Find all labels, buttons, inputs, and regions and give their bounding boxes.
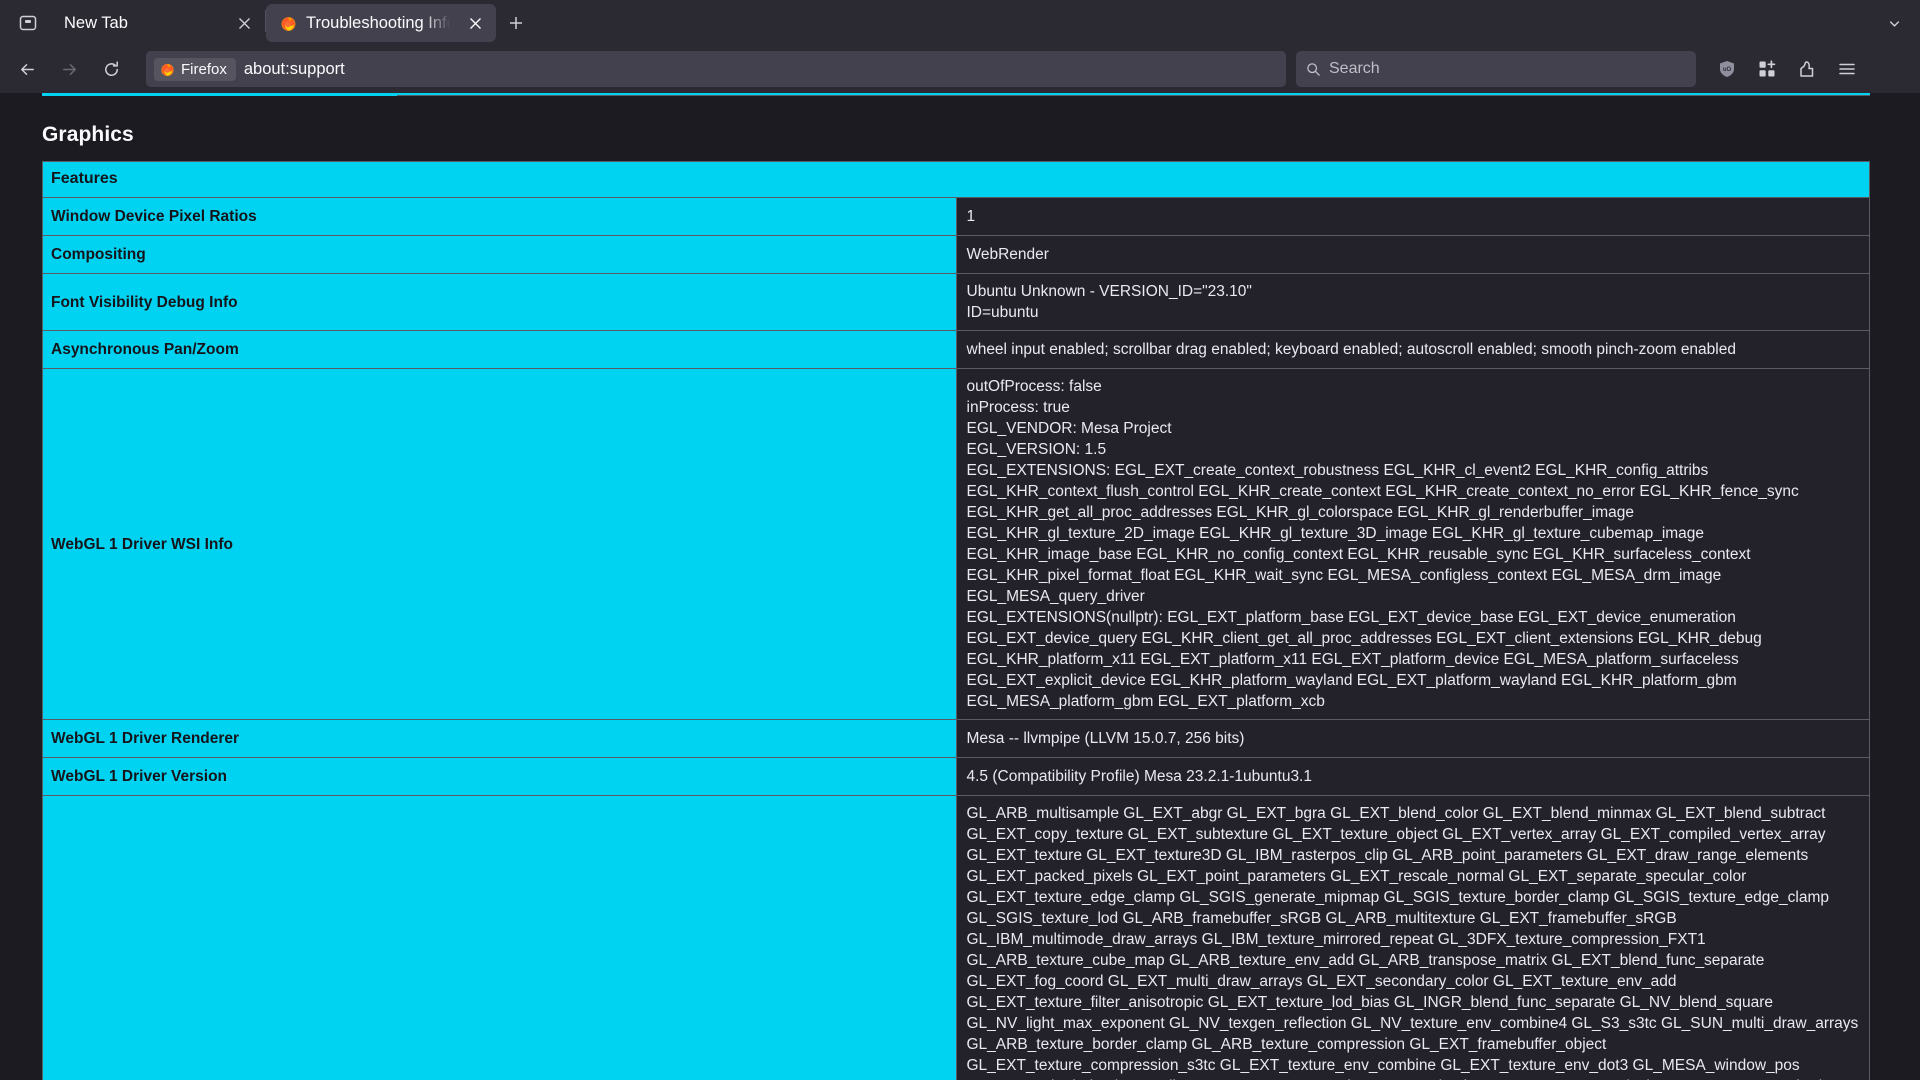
arrow-left-icon (20, 63, 34, 75)
table-row: Font Visibility Debug Info Ubuntu Unknow… (42, 273, 1870, 331)
all-tabs-button[interactable] (1874, 4, 1914, 42)
tab-troubleshooting-information[interactable]: Troubleshooting Information (266, 4, 496, 42)
url-text: about:support (243, 59, 345, 78)
table-row: Asynchronous Pan/Zoom wheel input enable… (42, 330, 1870, 369)
extensions-icon[interactable] (1748, 52, 1786, 86)
table-header-row: Features (42, 161, 1870, 198)
browser-window: New Tab Troubleshooting Information (0, 0, 1920, 1080)
row-value: wheel input enabled; scrollbar drag enab… (955, 330, 1870, 369)
firefox-logo-icon (280, 15, 297, 32)
tab-list-button[interactable] (6, 4, 50, 42)
row-value: Ubuntu Unknown - VERSION_ID="23.10" ID=u… (955, 273, 1870, 331)
table-row: Window Device Pixel Ratios 1 (42, 197, 1870, 236)
row-key: WebGL 1 Driver Version (42, 757, 957, 796)
identity-chip-label: Firefox (181, 60, 227, 78)
close-icon[interactable] (464, 12, 486, 34)
plus-icon (510, 17, 522, 29)
toolbar-icon-group: uO (1708, 52, 1866, 86)
svg-text:uO: uO (1723, 67, 1732, 73)
table-row: Compositing WebRender (42, 235, 1870, 274)
search-input[interactable]: Search (1329, 60, 1380, 78)
row-key: Asynchronous Pan/Zoom (42, 330, 957, 369)
arrow-right-icon (62, 63, 76, 75)
forward-button[interactable] (50, 52, 88, 86)
tab-bar: New Tab Troubleshooting Information (0, 0, 1920, 45)
row-key: WebGL 1 Driver WSI Info (42, 368, 957, 720)
tab-new-tab[interactable]: New Tab (50, 4, 265, 42)
close-icon[interactable] (233, 12, 255, 34)
identity-chip[interactable]: Firefox (154, 57, 236, 81)
firefox-logo-icon (160, 62, 175, 77)
row-value: 4.5 (Compatibility Profile) Mesa 23.2.1-… (955, 757, 1870, 796)
table-row: WebGL 1 Driver Renderer Mesa -- llvmpipe… (42, 719, 1870, 758)
row-key: Compositing (42, 235, 957, 274)
scrolled-off-row-sliver (42, 93, 1870, 96)
hamburger-menu-icon[interactable] (1828, 52, 1866, 86)
reload-button[interactable] (92, 52, 130, 86)
back-button[interactable] (8, 52, 46, 86)
table-header-features: Features (42, 161, 1870, 198)
chevron-down-icon (1889, 20, 1899, 27)
row-key: WebGL 1 Driver Extensions (42, 795, 957, 1080)
graphics-features-table: Features Window Device Pixel Ratios 1 Co… (42, 161, 1870, 1080)
new-tab-button[interactable] (496, 4, 536, 42)
tab-label: Troubleshooting Information (306, 13, 455, 32)
search-icon (1306, 62, 1321, 77)
table-row: WebGL 1 Driver Version 4.5 (Compatibilit… (42, 757, 1870, 796)
url-bar[interactable]: Firefox about:support (146, 51, 1286, 87)
table-row: WebGL 1 Driver Extensions GL_ARB_multisa… (42, 795, 1870, 1080)
search-bar[interactable]: Search (1296, 51, 1696, 87)
row-value: GL_ARB_multisample GL_EXT_abgr GL_EXT_bg… (955, 795, 1870, 1080)
page-title: Graphics (42, 123, 134, 146)
ublock-origin-shield-icon[interactable]: uO (1708, 52, 1746, 86)
row-key: WebGL 1 Driver Renderer (42, 719, 957, 758)
table-row: WebGL 1 Driver WSI Info outOfProcess: fa… (42, 368, 1870, 720)
tab-label: New Tab (64, 13, 128, 32)
row-value: outOfProcess: false inProcess: true EGL_… (955, 368, 1870, 720)
row-value: Mesa -- llvmpipe (LLVM 15.0.7, 256 bits) (955, 719, 1870, 758)
navigation-toolbar: Firefox about:support Search uO (0, 45, 1920, 93)
table-body: Window Device Pixel Ratios 1 Compositing… (42, 197, 1870, 1080)
tab-list-icon (19, 15, 37, 31)
row-key: Font Visibility Debug Info (42, 273, 957, 331)
page-content: Graphics Features Window Device Pixel Ra… (0, 93, 1920, 1080)
reload-icon (104, 60, 118, 76)
row-key: Window Device Pixel Ratios (42, 197, 957, 236)
row-value: 1 (955, 197, 1870, 236)
row-value: WebRender (955, 235, 1870, 274)
account-icon[interactable] (1788, 52, 1826, 86)
